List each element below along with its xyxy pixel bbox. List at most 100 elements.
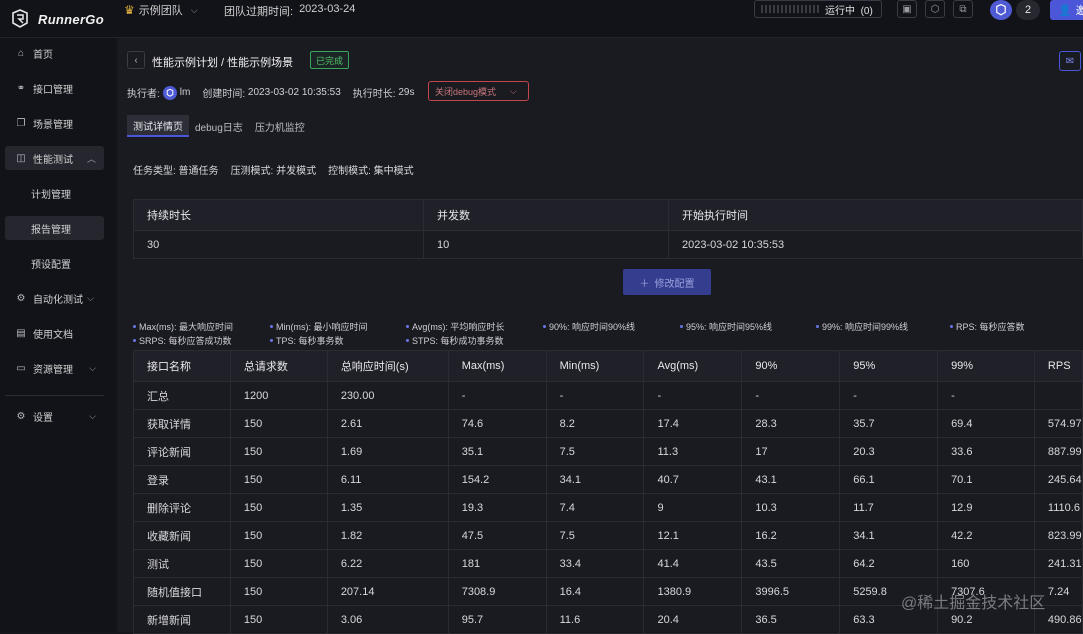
sidebar-item-scene[interactable]: ❐ 场景管理 (5, 111, 104, 135)
table-cell: - (643, 381, 743, 410)
table-cell: 3.06 (326, 605, 449, 634)
chevron-up-icon: ︿ (86, 153, 96, 164)
chevron-down-icon: ⌵ (87, 292, 94, 303)
sidebar-subitem-reports[interactable]: 报告管理 (5, 216, 104, 240)
table-cell: 6.22 (326, 549, 449, 578)
table-header: Min(ms) (545, 350, 645, 382)
auto-icon: ⚙ (16, 292, 26, 304)
table-header: 99% (937, 350, 1035, 382)
table-cell: 43.1 (741, 465, 841, 494)
legend-item: 99%: 响应时间99%线 (816, 320, 908, 333)
legend-item: Max(ms): 最大响应时间 (133, 320, 233, 333)
table-cell: 150 (229, 437, 328, 466)
team-selector[interactable]: ♛ 示例团队 ⌵ (124, 2, 198, 18)
table-row: 汇总 1200 230.00- - - - - - (133, 381, 1083, 410)
team-name: 示例团队 (138, 5, 183, 17)
sidebar-item-api[interactable]: ⚭ 接口管理 (5, 76, 104, 100)
table-cell: 42.2 (937, 521, 1035, 550)
user-icon: 👤 (1058, 4, 1072, 17)
table-header: 95% (839, 350, 939, 382)
table-cell: 69.4 (937, 409, 1035, 438)
table-cell: 16.4 (545, 577, 645, 606)
debug-mode-select[interactable]: 关闭debug模式 ⌵ (428, 81, 529, 101)
sidebar-item-automation[interactable]: ⚙ 自动化测试 ⌵ (5, 286, 104, 310)
link-icon: ⚭ (16, 82, 26, 94)
table-header: 并发数 (423, 199, 669, 231)
table-row: 获取详情 150 2.61 74.6 8.2 17.4 28.3 35.7 69.4 574.97 (133, 409, 1083, 438)
api-name-cell: 登录 (133, 465, 231, 494)
sidebar-item-settings[interactable]: ⚙ 设置 ⌵ (5, 404, 104, 428)
table-cell: 12.1 (643, 521, 743, 550)
table-cell: - (741, 381, 841, 410)
control-mode: 控制模式: 集中模式 (328, 166, 414, 177)
table-cell: - (839, 381, 939, 410)
sidebar-item-performance[interactable]: ◫ 性能测试 ︿ (5, 146, 104, 170)
table-cell: 150 (229, 409, 328, 438)
table-cell: 1110.6 (1033, 493, 1083, 522)
table-cell: 40.7 (643, 465, 743, 494)
table-cell: - (937, 381, 1035, 410)
member-count-badge[interactable]: 2 (1016, 0, 1040, 20)
stress-mode: 压测模式: 并发模式 (230, 166, 317, 177)
table-cell: 11.6 (545, 605, 645, 634)
table-cell: 64.2 (839, 549, 939, 578)
table-cell: 150 (229, 577, 328, 606)
executor-name: lm (179, 87, 191, 98)
table-cell: 43.5 (741, 549, 841, 578)
api-name-cell: 收藏新闻 (133, 521, 231, 550)
table-cell: 3996.5 (741, 577, 841, 606)
mail-button[interactable]: ✉ (1059, 51, 1081, 71)
breadcrumb: 性能示例计划 / 性能示例场景 (152, 57, 294, 69)
sidebar-item-label: 首页 (33, 49, 53, 61)
table-cell: 181 (447, 549, 547, 578)
watermark: @稀土掘金技术社区 (901, 595, 1046, 612)
running-progress (761, 5, 819, 13)
chevron-down-icon: ⌵ (89, 410, 96, 421)
cube-icon[interactable]: ⬡ (925, 0, 945, 18)
chevron-down-icon: ⌵ (89, 362, 96, 373)
table-header: 接口名称 (133, 350, 231, 382)
sidebar-item-docs[interactable]: ▤ 使用文档 (5, 321, 104, 345)
api-name-cell: 汇总 (133, 381, 231, 410)
back-button[interactable]: ‹ (127, 51, 145, 69)
table-row: 测试 150 6.22 181 33.4 41.4 43.5 64.2 160 241.31 (133, 549, 1083, 578)
monitor-icon[interactable]: ▣ (897, 0, 917, 18)
runnergo-logo-icon (166, 88, 174, 97)
table-cell: 12.9 (937, 493, 1035, 522)
table-cell: 2023-03-02 10:35:53 (668, 230, 1083, 259)
tab-test-detail[interactable]: 测试详情页 (127, 115, 189, 137)
api-name-cell: 随机值接口 (133, 577, 231, 606)
running-status[interactable]: 运行中 (0) (754, 0, 882, 18)
window-icon[interactable]: ⧉ (953, 0, 973, 18)
expire-date: 2023-03-24 (299, 3, 356, 15)
legend-item: RPS: 每秒应答数 (950, 320, 1025, 333)
executor-avatar (162, 85, 177, 100)
table-cell: 20.4 (643, 605, 743, 634)
table-cell: 74.6 (447, 409, 547, 438)
edit-config-button[interactable]: ＋ 修改配置 (623, 269, 711, 295)
sidebar-item-resources[interactable]: ▭ 资源管理 ⌵ (5, 356, 104, 380)
app-name: RunnerGo (38, 11, 104, 27)
team-avatar[interactable] (990, 0, 1012, 20)
home-icon: ⌂ (17, 47, 25, 59)
app-logo[interactable]: RunnerGo (10, 9, 104, 29)
tab-machine-monitor[interactable]: 压力机监控 (249, 115, 311, 137)
table-cell: 823.99 (1033, 521, 1083, 550)
runnergo-logo-icon (12, 9, 28, 28)
doc-icon: ▤ (16, 327, 26, 339)
legend-item: TPS: 每秒事务数 (270, 334, 344, 347)
table-header: Avg(ms) (643, 350, 743, 382)
table-cell: - (447, 381, 547, 410)
gear-icon: ⚙ (16, 410, 26, 422)
table-cell: 34.1 (545, 465, 645, 494)
tab-debug-log[interactable]: debug日志 (189, 115, 249, 137)
expire-label: 团队过期时间: (224, 6, 294, 18)
table-cell: 154.2 (447, 465, 547, 494)
table-cell: - (545, 381, 645, 410)
sidebar-subitem-presets[interactable]: 预设配置 (5, 251, 104, 275)
table-cell: 150 (229, 493, 328, 522)
invite-button[interactable]: 👤 邀 (1050, 0, 1083, 20)
sidebar-subitem-plans[interactable]: 计划管理 (5, 181, 104, 205)
sidebar-item-home[interactable]: ⌂ 首页 (5, 41, 104, 65)
table-cell: 150 (229, 465, 328, 494)
